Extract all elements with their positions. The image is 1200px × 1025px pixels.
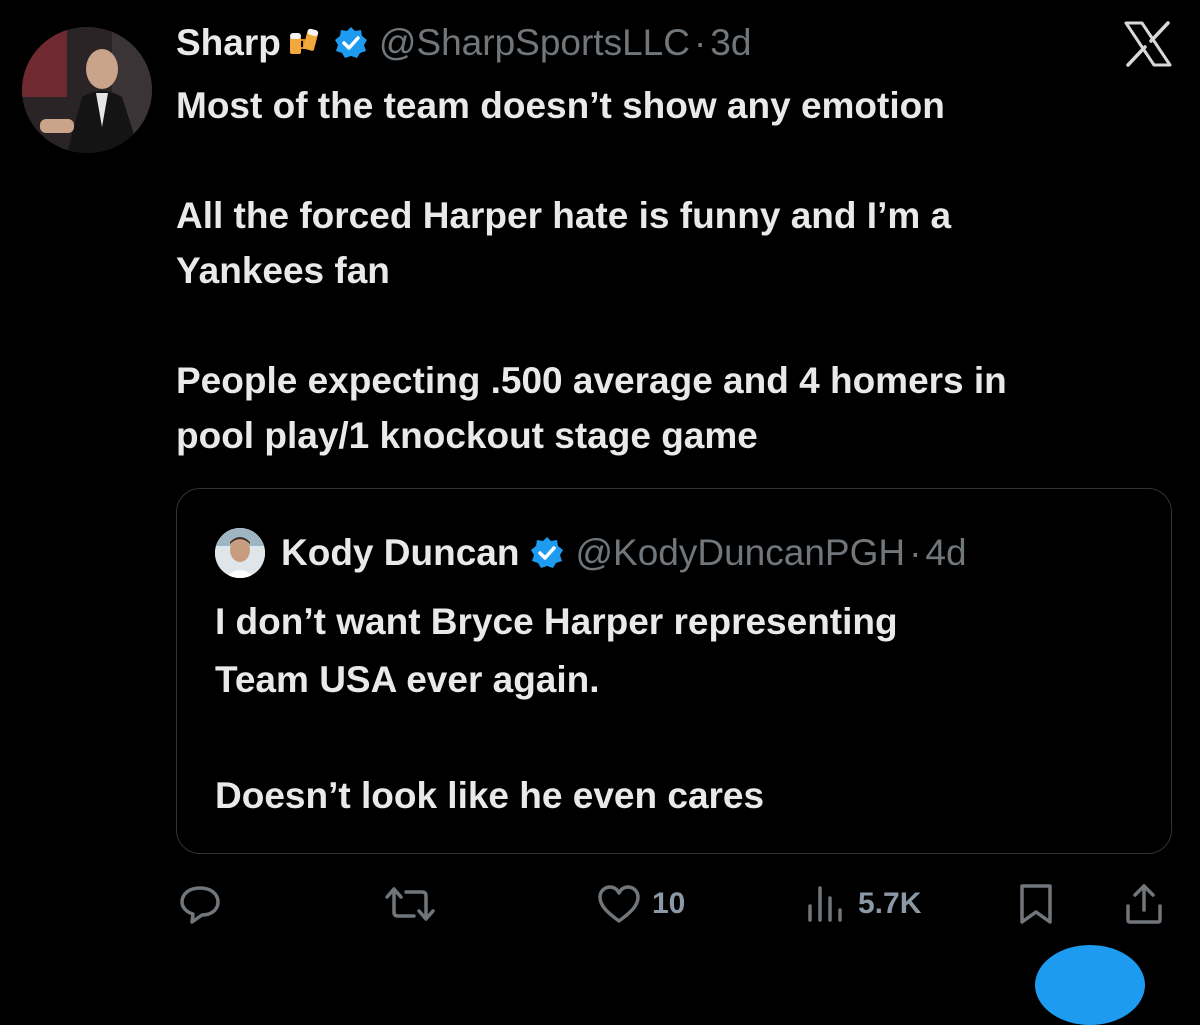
quoted-tweet-header: Kody Duncan @KodyDuncanPGH · 4d: [215, 523, 967, 583]
author-handle[interactable]: @SharpSportsLLC: [379, 22, 690, 64]
tweet-text: Most of the team doesn’t show any emotio…: [176, 85, 1007, 456]
bookmark-button[interactable]: [1016, 880, 1056, 928]
quoted-tweet-text: I don’t want Bryce Harper representing T…: [215, 601, 898, 816]
quoted-separator-dot: ·: [909, 532, 922, 573]
reply-icon: [178, 882, 222, 926]
compose-fab[interactable]: [1035, 945, 1145, 1025]
share-icon: [1124, 882, 1164, 926]
tweet-header: Sharp @SharpSportsLLC · 3d: [176, 18, 751, 68]
beer-mugs-icon: [287, 26, 321, 60]
views-button[interactable]: 5.7K: [804, 880, 921, 928]
author-name[interactable]: Sharp: [176, 22, 281, 64]
quoted-author-handle[interactable]: @KodyDuncanPGH: [575, 532, 905, 574]
retweet-button[interactable]: [384, 880, 446, 928]
retweet-icon: [384, 882, 436, 926]
like-button[interactable]: 10: [596, 880, 685, 928]
separator-dot: ·: [693, 22, 707, 63]
heart-icon: [596, 882, 642, 926]
quoted-tweet-card[interactable]: Kody Duncan @KodyDuncanPGH · 4d I don’t …: [176, 488, 1172, 854]
x-logo-icon: [1122, 20, 1174, 68]
share-button[interactable]: [1124, 880, 1164, 928]
quoted-author-avatar: [215, 528, 265, 578]
quoted-verified-badge-icon: [529, 535, 565, 571]
reply-button[interactable]: [178, 880, 232, 928]
quoted-tweet-timestamp[interactable]: 4d: [925, 532, 966, 574]
verified-badge-icon: [333, 25, 369, 61]
tweet-timestamp[interactable]: 3d: [710, 22, 751, 64]
views-count: 5.7K: [858, 887, 922, 920]
author-avatar[interactable]: [22, 27, 152, 153]
quoted-author-name[interactable]: Kody Duncan: [281, 532, 519, 574]
like-count: 10: [652, 887, 686, 920]
views-icon: [804, 882, 848, 926]
bookmark-icon: [1016, 882, 1056, 926]
